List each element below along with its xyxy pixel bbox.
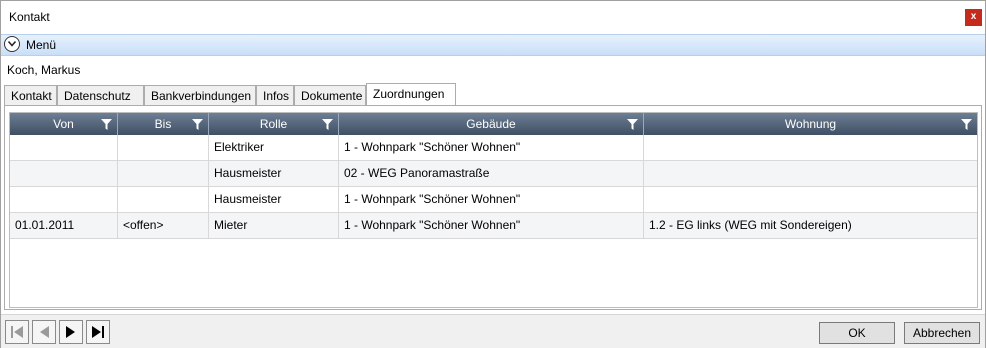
- cell-bis: [118, 135, 209, 160]
- next-record-button[interactable]: [59, 320, 83, 344]
- cell-rolle: Elektriker: [209, 135, 339, 160]
- filter-icon[interactable]: [192, 119, 203, 130]
- column-header-rolle[interactable]: Rolle: [209, 113, 339, 135]
- column-header-bis[interactable]: Bis: [118, 113, 209, 135]
- last-record-icon: [92, 326, 104, 338]
- cell-bis: [118, 187, 209, 212]
- column-header-von[interactable]: Von: [10, 113, 118, 135]
- first-record-icon: [11, 326, 23, 338]
- filter-icon[interactable]: [961, 119, 972, 130]
- tab-infos[interactable]: Infos: [256, 85, 294, 105]
- tab-datenschutz[interactable]: Datenschutz: [57, 85, 144, 105]
- filter-icon[interactable]: [627, 119, 638, 130]
- cell-wohnung: [644, 135, 977, 160]
- cancel-button[interactable]: Abbrechen: [904, 322, 980, 344]
- cell-von: [10, 135, 118, 160]
- table-row[interactable]: Elektriker 1 - Wohnpark "Schöner Wohnen": [10, 135, 977, 161]
- cell-von: [10, 187, 118, 212]
- tab-zuordnungen[interactable]: Zuordnungen: [366, 83, 456, 106]
- cell-rolle: Hausmeister: [209, 187, 339, 212]
- assignments-grid: Von Bis Rolle Gebäude Wohnung Elektriker…: [9, 112, 978, 308]
- table-row[interactable]: 01.01.2011 <offen> Mieter 1 - Wohnpark "…: [10, 213, 977, 239]
- cell-bis: [118, 161, 209, 186]
- first-record-button[interactable]: [5, 320, 29, 344]
- column-header-wohnung[interactable]: Wohnung: [644, 113, 977, 135]
- table-row[interactable]: Hausmeister 1 - Wohnpark "Schöner Wohnen…: [10, 187, 977, 213]
- cell-wohnung: [644, 161, 977, 186]
- tab-kontakt[interactable]: Kontakt: [4, 85, 57, 105]
- filter-icon[interactable]: [322, 119, 333, 130]
- cell-von: 01.01.2011: [10, 213, 118, 238]
- menu-bar[interactable]: Menü: [1, 34, 985, 56]
- window-title: Kontakt: [9, 10, 50, 24]
- filter-icon[interactable]: [101, 119, 112, 130]
- contact-window: Kontakt x Menü Koch, Markus Kontakt Date…: [0, 0, 986, 348]
- title-bar: Kontakt x: [1, 1, 985, 31]
- ok-button[interactable]: OK: [819, 322, 895, 344]
- cell-rolle: Mieter: [209, 213, 339, 238]
- menu-label[interactable]: Menü: [26, 38, 56, 52]
- tab-dokumente[interactable]: Dokumente: [294, 85, 366, 105]
- cell-gebaeude: 1 - Wohnpark "Schöner Wohnen": [339, 187, 644, 212]
- column-header-gebaeude[interactable]: Gebäude: [339, 113, 644, 135]
- last-record-button[interactable]: [86, 320, 110, 344]
- close-button[interactable]: x: [965, 9, 982, 26]
- zuordnungen-panel: Von Bis Rolle Gebäude Wohnung Elektriker…: [4, 105, 982, 310]
- cell-wohnung: 1.2 - EG links (WEG mit Sondereigen): [649, 218, 852, 232]
- cell-wohnung: [644, 187, 977, 212]
- table-row[interactable]: Hausmeister 02 - WEG Panoramastraße: [10, 161, 977, 187]
- previous-record-button[interactable]: [32, 320, 56, 344]
- next-record-icon: [66, 326, 75, 338]
- chevron-down-icon[interactable]: [4, 36, 20, 52]
- cell-gebaeude: 02 - WEG Panoramastraße: [339, 161, 644, 186]
- cell-rolle: Hausmeister: [209, 161, 339, 186]
- cell-gebaeude: 1 - Wohnpark "Schöner Wohnen": [339, 135, 644, 160]
- previous-record-icon: [40, 326, 49, 338]
- footer-bar: OK Abbrechen: [1, 314, 985, 348]
- tab-bankverbindungen[interactable]: Bankverbindungen: [144, 85, 256, 105]
- cell-bis: <offen>: [118, 213, 209, 238]
- cell-von: [10, 161, 118, 186]
- contact-name: Koch, Markus: [7, 63, 81, 77]
- cell-gebaeude: 1 - Wohnpark "Schöner Wohnen": [339, 213, 644, 238]
